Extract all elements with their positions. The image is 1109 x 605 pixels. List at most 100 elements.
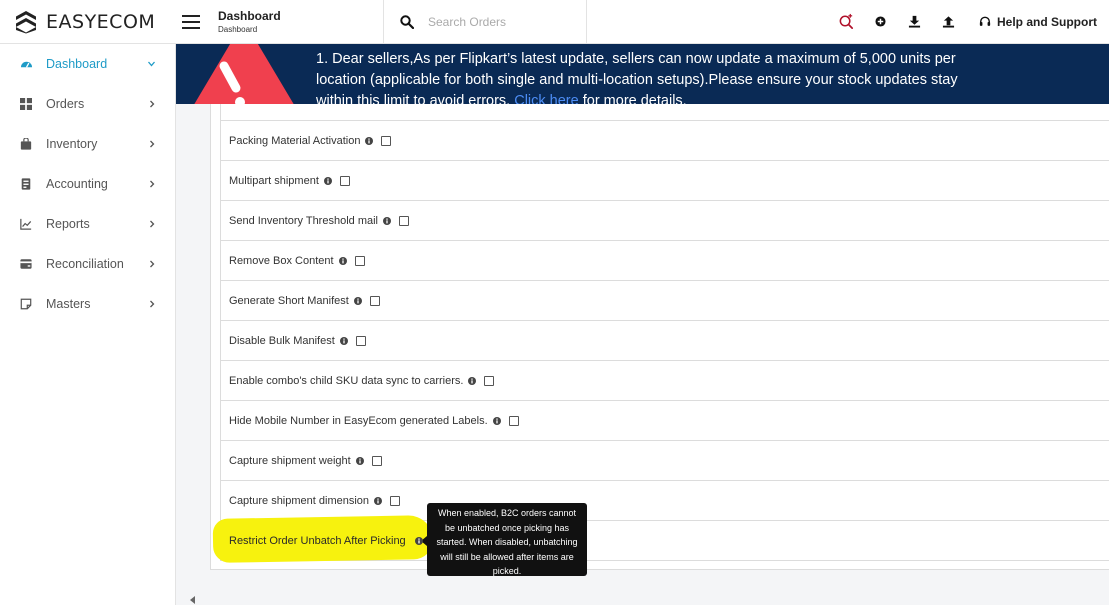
chevron-right-icon xyxy=(150,260,155,268)
sidebar-item-label: Orders xyxy=(46,97,85,111)
settings-row: Capture shipment weight xyxy=(221,441,1109,481)
settings-row: Send Inventory Threshold mail xyxy=(221,201,1109,241)
sidebar-item-label: Dashboard xyxy=(46,57,108,71)
help-label: Help and Support xyxy=(997,14,1097,29)
sidebar: Dashboard Orders Inventory Accounting Re… xyxy=(0,44,176,605)
reconciliation-icon xyxy=(19,257,33,271)
announcement-banner: 1. Dear sellers,As per Flipkart’s latest… xyxy=(176,44,1109,104)
add-circle-icon[interactable] xyxy=(871,13,889,31)
setting-label: Hide Mobile Number in EasyEcom generated… xyxy=(229,414,488,427)
sidebar-item-accounting[interactable]: Accounting xyxy=(0,164,175,204)
upload-icon[interactable] xyxy=(939,13,957,31)
info-icon[interactable] xyxy=(355,456,364,465)
settings-row: Enable combo's child SKU data sync to ca… xyxy=(221,361,1109,401)
settings-row: Capture shipment dimension xyxy=(221,481,1109,521)
logo[interactable]: EASYECOM xyxy=(0,10,176,34)
sidebar-item-orders[interactable]: Orders xyxy=(0,84,175,124)
banner-link[interactable]: Click here xyxy=(514,93,578,104)
page-title: Dashboard xyxy=(218,9,281,23)
setting-label: Generate Short Manifest xyxy=(229,294,349,307)
sidebar-item-dashboard[interactable]: Dashboard xyxy=(0,44,175,84)
info-icon[interactable] xyxy=(414,536,423,545)
setting-label: Capture shipment dimension xyxy=(229,494,370,507)
chevron-right-icon xyxy=(150,300,155,308)
download-icon[interactable] xyxy=(905,13,923,31)
chevron-right-icon xyxy=(150,100,155,108)
reports-icon xyxy=(19,217,33,231)
banner-text-after: for more details. xyxy=(578,93,687,104)
headset-icon xyxy=(979,16,991,26)
alert-icon xyxy=(194,44,294,104)
search-add-icon[interactable] xyxy=(837,13,855,31)
setting-checkbox[interactable] xyxy=(354,255,365,266)
info-icon[interactable] xyxy=(353,296,362,305)
setting-label: Remove Box Content xyxy=(229,254,334,267)
search-input[interactable] xyxy=(428,14,578,29)
sidebar-item-label: Accounting xyxy=(46,177,108,191)
masters-icon xyxy=(19,297,33,311)
setting-checkbox[interactable] xyxy=(339,175,350,186)
setting-checkbox[interactable] xyxy=(371,455,382,466)
setting-checkbox[interactable] xyxy=(369,295,380,306)
tooltip: When enabled, B2C orders cannot be unbat… xyxy=(421,503,587,576)
settings-list: Packing Material Activation Multipart shi… xyxy=(220,104,1109,561)
settings-row: Hide Mobile Number in EasyEcom generated… xyxy=(221,401,1109,441)
sidebar-item-reconciliation[interactable]: Reconciliation xyxy=(0,244,175,284)
dashboard-icon xyxy=(19,57,33,71)
chevron-right-icon xyxy=(150,220,155,228)
banner-message: 1. Dear sellers,As per Flipkart’s latest… xyxy=(316,49,996,104)
sidebar-item-inventory[interactable]: Inventory xyxy=(0,124,175,164)
inventory-icon xyxy=(19,137,33,151)
chevron-right-icon xyxy=(150,180,155,188)
search-icon[interactable] xyxy=(400,14,414,29)
chevron-down-icon xyxy=(148,61,155,67)
settings-row: Generate Short Manifest xyxy=(221,281,1109,321)
info-icon[interactable] xyxy=(338,256,347,265)
breadcrumb-subtitle: Dashboard xyxy=(218,25,258,34)
setting-label: Packing Material Activation xyxy=(229,134,361,147)
setting-checkbox[interactable] xyxy=(399,215,409,226)
sidebar-item-reports[interactable]: Reports xyxy=(0,204,175,244)
chevron-right-icon xyxy=(150,140,155,148)
easyecom-logo-icon xyxy=(16,10,36,33)
info-icon[interactable] xyxy=(468,376,477,385)
menu-toggle-icon[interactable] xyxy=(182,14,200,29)
setting-checkbox[interactable] xyxy=(484,375,495,386)
info-icon[interactable] xyxy=(374,496,383,505)
setting-label: Multipart shipment xyxy=(229,174,319,187)
accounting-icon xyxy=(19,177,33,191)
info-icon[interactable] xyxy=(323,176,332,185)
sidebar-item-label: Masters xyxy=(46,297,91,311)
settings-row: Disable Bulk Manifest xyxy=(221,321,1109,361)
settings-row: Packing Material Activation xyxy=(221,121,1109,161)
setting-label: Disable Bulk Manifest xyxy=(229,334,335,347)
search-box xyxy=(383,0,587,44)
sidebar-item-label: Reports xyxy=(46,217,90,231)
setting-checkbox[interactable] xyxy=(508,415,519,426)
sidebar-item-masters[interactable]: Masters xyxy=(0,284,175,324)
breadcrumb: Dashboard Dashboard xyxy=(218,9,383,34)
setting-checkbox[interactable] xyxy=(390,495,401,506)
settings-panel: Packing Material Activation Multipart shi… xyxy=(210,104,1109,570)
info-icon[interactable] xyxy=(365,136,374,145)
info-icon[interactable] xyxy=(383,216,391,225)
help-support-button[interactable]: Help and Support xyxy=(979,15,1097,29)
setting-checkbox[interactable] xyxy=(381,135,392,146)
info-icon[interactable] xyxy=(339,336,348,345)
scroll-left-icon[interactable] xyxy=(190,596,196,604)
setting-label: Restrict Order Unbatch After Picking xyxy=(229,534,406,547)
orders-icon xyxy=(19,97,33,111)
info-icon[interactable] xyxy=(492,416,501,425)
setting-label: Enable combo's child SKU data sync to ca… xyxy=(229,374,464,387)
setting-checkbox[interactable] xyxy=(355,335,366,346)
settings-row-partial xyxy=(221,104,1109,121)
app-name: EASYECOM xyxy=(46,10,156,33)
settings-row: Multipart shipment xyxy=(221,161,1109,201)
top-header: EASYECOM Dashboard Dashboard Search Orde… xyxy=(0,0,1109,44)
sidebar-item-label: Inventory xyxy=(46,137,98,151)
header-actions: Help and Support xyxy=(821,13,1109,31)
sidebar-item-label: Reconciliation xyxy=(46,257,124,271)
setting-label: Capture shipment weight xyxy=(229,454,351,467)
setting-label: Send Inventory Threshold mail xyxy=(229,214,378,227)
settings-row: Remove Box Content xyxy=(221,241,1109,281)
